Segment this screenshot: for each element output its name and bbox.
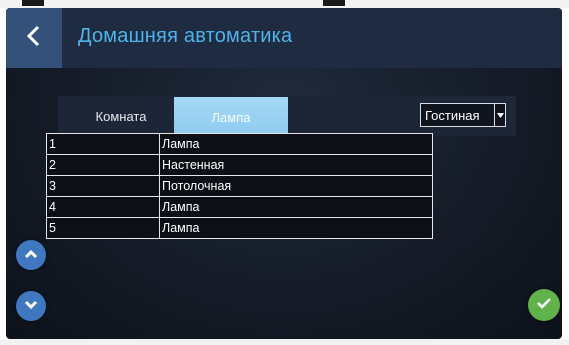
table-row[interactable]: 3 Потолочная [46,175,433,197]
row-lamp-name: Лампа [159,217,433,239]
photo-bottom-strip [0,339,569,345]
page-title: Домашняя автоматика [78,25,293,47]
row-number: 2 [46,154,160,176]
scroll-up-button[interactable] [16,240,46,270]
row-number: 4 [46,196,160,218]
table-row[interactable]: 5 Лампа [46,217,433,239]
row-lamp-name: Лампа [159,133,433,155]
chevron-down-icon [24,297,38,315]
top-edge-mark [323,0,345,6]
tab-lamp[interactable]: Лампа [174,97,288,137]
lamp-table: 1 Лампа 2 Настенная 3 Потолочная 4 Лампа 5 Лампа [46,133,433,239]
chevron-left-icon [26,25,42,52]
row-number: 1 [46,133,160,155]
back-button[interactable] [6,8,62,68]
header-bar: Домашняя автоматика [6,8,562,68]
table-row[interactable]: 1 Лампа [46,133,433,155]
row-number: 5 [46,217,160,239]
room-select-value: Гостиная [425,107,480,123]
table-row[interactable]: 4 Лампа [46,196,433,218]
chevron-up-icon [24,246,38,264]
room-select[interactable]: Гостиная [420,103,506,127]
top-edge-mark [22,0,44,6]
tab-room[interactable]: Комната [62,96,180,136]
row-lamp-name: Настенная [159,154,433,176]
photo-top-strip [0,0,569,8]
row-lamp-name: Потолочная [159,175,433,197]
table-row[interactable]: 2 Настенная [46,154,433,176]
confirm-button[interactable] [528,289,560,321]
row-number: 3 [46,175,160,197]
checkmark-icon [536,296,552,314]
scroll-down-button[interactable] [16,291,46,321]
row-lamp-name: Лампа [159,196,433,218]
touch-screen: Домашняя автоматика Комната Лампа Гостин… [6,8,562,339]
caret-down-icon[interactable] [494,104,505,126]
